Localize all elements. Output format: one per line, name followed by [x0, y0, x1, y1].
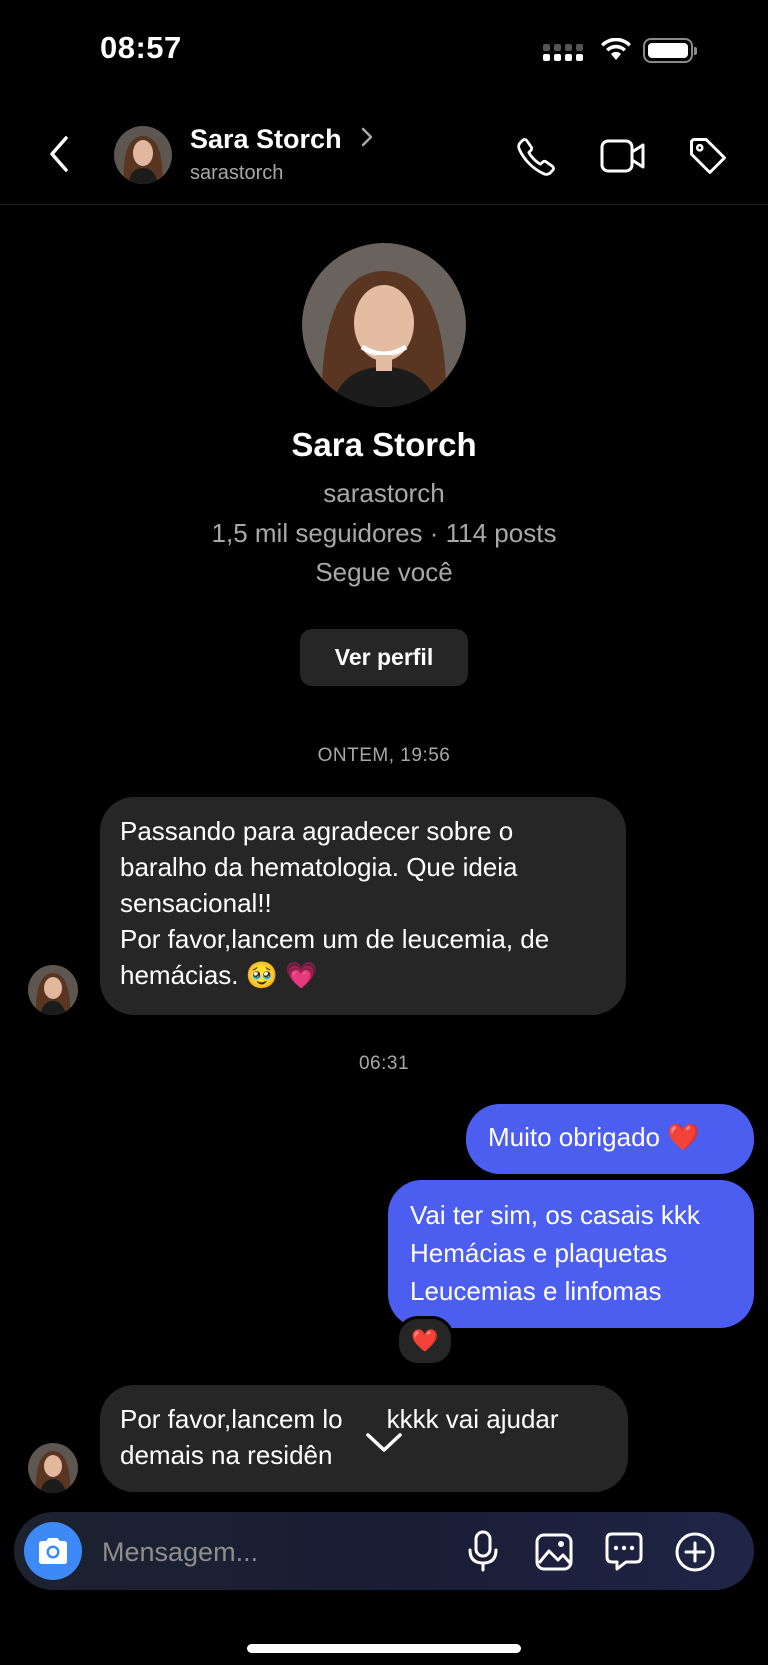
message-text: sensacional!! — [120, 888, 272, 918]
sender-avatar[interactable] — [28, 1443, 78, 1493]
contact-username[interactable]: sarastorch — [190, 162, 283, 185]
tag-icon[interactable] — [686, 134, 730, 183]
profile-avatar[interactable] — [302, 243, 466, 407]
message-bubble-outgoing[interactable]: Muito obrigado ❤️ — [466, 1104, 754, 1174]
message-timestamp: 06:31 — [358, 1053, 410, 1074]
message-text: Muito obrigado ❤️ — [488, 1122, 700, 1152]
message-text: Passando para agradecer sobre o — [120, 816, 514, 846]
message-composer — [14, 1512, 754, 1590]
back-icon[interactable] — [48, 135, 70, 178]
follows-you-label: Segue você — [315, 557, 453, 587]
wifi-icon — [600, 37, 632, 67]
view-profile-button[interactable]: Ver perfil — [300, 629, 468, 686]
cellular-signal-icon — [543, 44, 585, 64]
message-text: baralho da hematologia. Que ideia — [120, 852, 518, 882]
message-timestamp: ONTEM, 19:56 — [317, 745, 451, 766]
status-time: 08:57 — [100, 30, 182, 65]
home-indicator — [247, 1644, 521, 1653]
message-text: Por favor,lancem um de leucemia, de — [120, 924, 550, 954]
message-bubble-outgoing[interactable]: Vai ter sim, os casais kkk Hemácias e pl… — [388, 1180, 754, 1328]
battery-icon — [643, 38, 697, 63]
heart-reaction[interactable]: ❤️ — [396, 1316, 454, 1366]
plus-icon[interactable] — [674, 1531, 716, 1578]
sticker-icon[interactable] — [604, 1531, 644, 1576]
contact-name[interactable]: Sara Storch — [190, 124, 342, 155]
profile-username: sarastorch — [323, 478, 445, 508]
profile-name: Sara Storch — [291, 426, 477, 463]
phone-icon[interactable] — [515, 136, 557, 183]
message-input[interactable] — [100, 1524, 464, 1580]
scroll-down-chevron-icon[interactable] — [360, 1423, 408, 1463]
chat-header: Sara Storch sarastorch — [0, 110, 768, 205]
message-text: Leucemias e linfomas — [410, 1276, 662, 1306]
microphone-icon[interactable] — [466, 1530, 500, 1577]
avatar[interactable] — [114, 126, 172, 184]
message-text: hemácias. 🥹 💗 — [120, 960, 318, 990]
message-text: Vai ter sim, os casais kkk — [410, 1200, 700, 1230]
profile-stats: 1,5 mil seguidores · 114 posts — [211, 518, 557, 548]
message-bubble-incoming[interactable]: Passando para agradecer sobre o baralho … — [100, 797, 626, 1015]
video-call-icon[interactable] — [600, 136, 646, 181]
chevron-right-icon[interactable] — [360, 126, 374, 153]
message-text: Hemácias e plaquetas — [410, 1238, 668, 1268]
sender-avatar[interactable] — [28, 965, 78, 1015]
camera-button[interactable] — [24, 1522, 82, 1580]
gallery-icon[interactable] — [534, 1532, 574, 1577]
